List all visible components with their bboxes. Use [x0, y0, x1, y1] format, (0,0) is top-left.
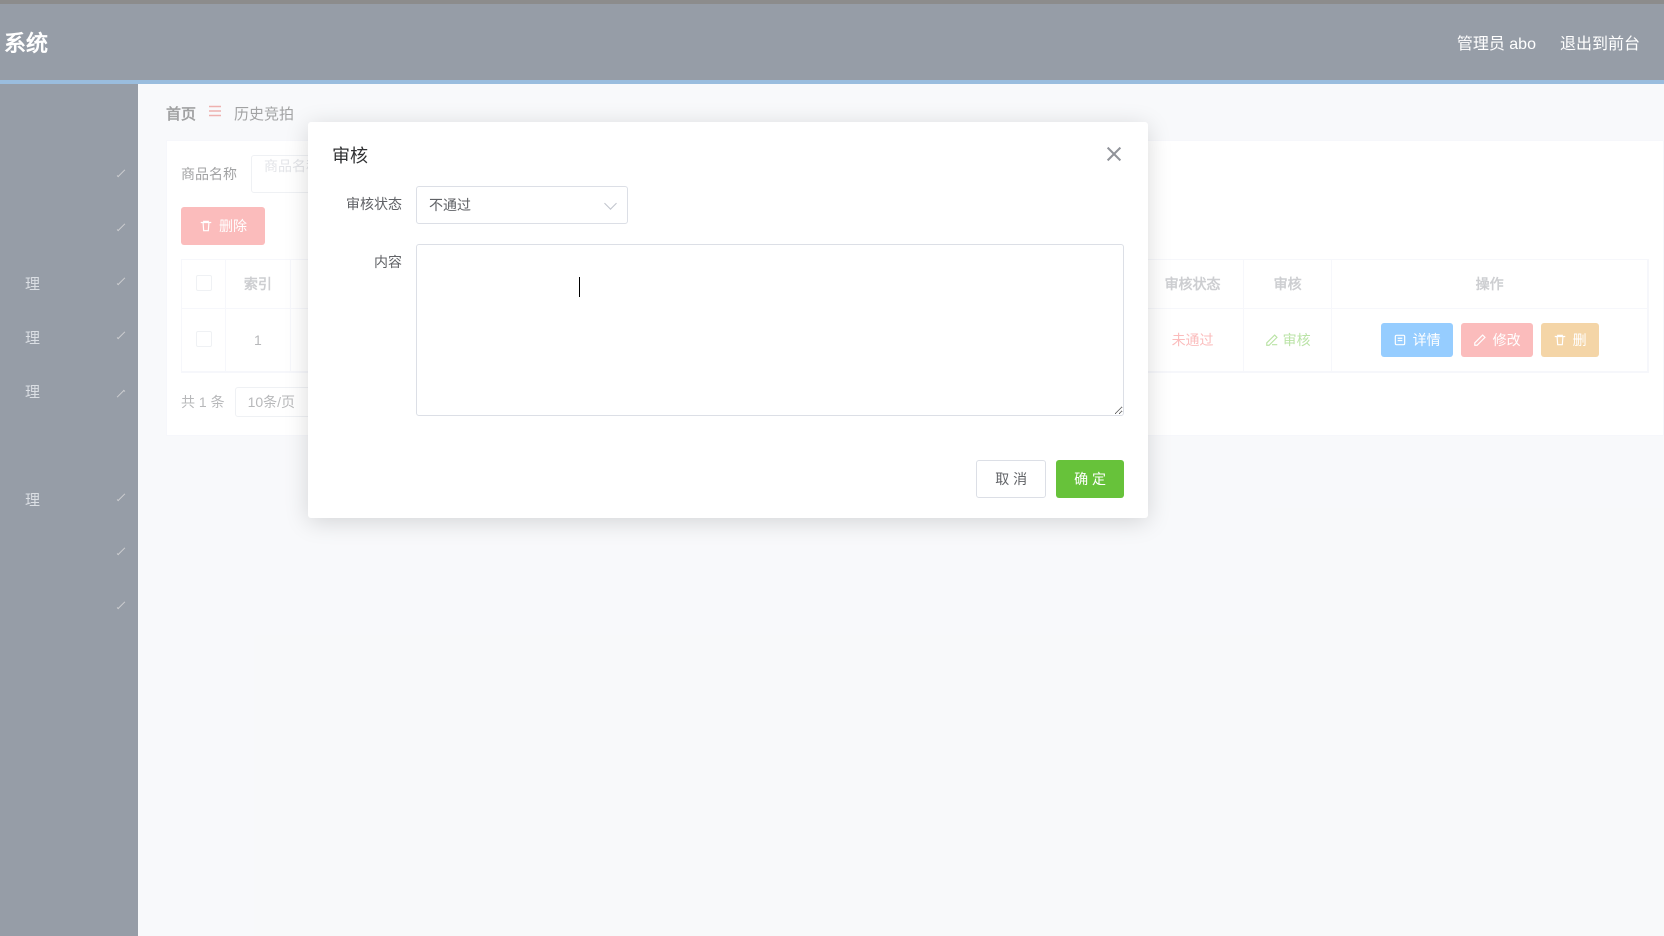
audit-content-textarea[interactable] [416, 244, 1124, 416]
dialog-title: 审核 [332, 142, 368, 168]
text-cursor [579, 277, 580, 297]
dialog-cancel-button[interactable]: 取 消 [976, 460, 1046, 498]
audit-status-select[interactable]: 不通过 [416, 186, 628, 224]
audit-dialog: 审核 审核状态 不通过 内容 取 消 确 定 [308, 122, 1148, 518]
dialog-close-button[interactable] [1104, 145, 1124, 165]
audit-status-label: 审核状态 [332, 186, 402, 214]
audit-content-label: 内容 [332, 244, 402, 272]
dialog-confirm-button[interactable]: 确 定 [1056, 460, 1124, 498]
